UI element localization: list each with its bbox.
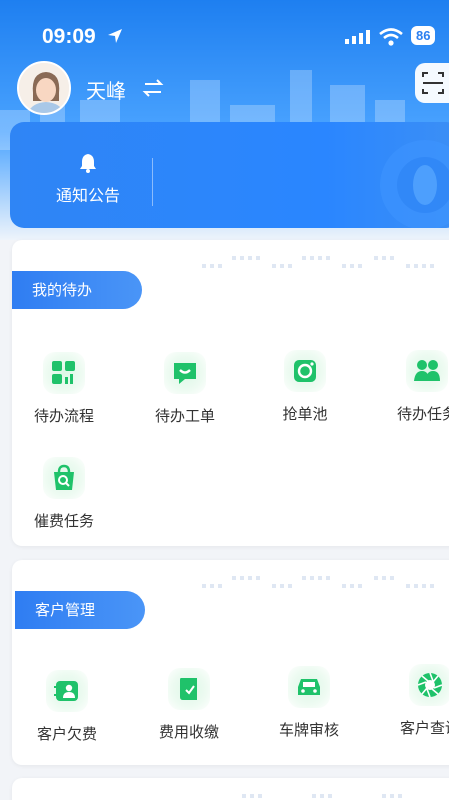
status-bar: 09:09 86 [0, 22, 449, 52]
aperture-search-icon [417, 672, 443, 698]
item-label: 待办流程 [33, 407, 94, 425]
icon-container [406, 350, 448, 392]
people-task-icon [414, 360, 440, 381]
workflow-grid-icon [52, 361, 75, 384]
camera-grab-icon [294, 360, 316, 382]
user-name[interactable]: 天峰 [86, 75, 126, 104]
item-label: 待办任务 [396, 405, 449, 423]
grid-item-customer-arrears[interactable]: 客户欠费 [12, 670, 122, 744]
dot-pattern-decoration [202, 576, 434, 588]
scan-icon [422, 72, 444, 94]
divider [152, 158, 153, 206]
wifi-icon [379, 28, 403, 46]
icon-container [409, 664, 449, 706]
icon-container [43, 457, 85, 499]
grid-item-grab-pool[interactable]: 抢单池 [250, 350, 360, 424]
grid-item-fee-collection[interactable]: 费用收缴 [134, 668, 244, 742]
item-label: 客户查询 [399, 719, 449, 737]
scan-button[interactable] [415, 63, 449, 103]
section-next [12, 778, 449, 800]
location-arrow-icon [108, 29, 122, 43]
battery-indicator: 86 [411, 26, 436, 45]
user-avatar-icon [19, 63, 69, 113]
icon-container [288, 666, 330, 708]
grid-item-todo-task[interactable]: 待办任务 [372, 350, 449, 424]
grid-item-todo-ticket[interactable]: 待办工单 [130, 352, 240, 426]
dot-pattern-decoration [242, 794, 402, 798]
car-icon [298, 679, 320, 695]
user-row: 天峰 [17, 61, 449, 116]
header: 09:09 86 天峰 通知公告 [0, 0, 449, 240]
bell-icon [80, 154, 96, 173]
item-label: 抢单池 [282, 405, 328, 423]
icon-container [164, 352, 206, 394]
item-label: 催费任务 [33, 512, 94, 530]
grid-item-plate-review[interactable]: 车牌审核 [254, 666, 364, 740]
notice-label: 通知公告 [55, 186, 120, 205]
notice-card: 通知公告 [10, 122, 449, 228]
icon-container [43, 352, 85, 394]
item-label: 待办工单 [154, 407, 215, 425]
item-label: 客户欠费 [36, 725, 97, 743]
section-my-todo: 我的待办 待办流程 待办工单 抢单池 待办任 催费任务 [12, 240, 449, 546]
decorative-circle [380, 140, 449, 228]
dot-pattern-decoration [202, 256, 434, 268]
item-label: 车牌审核 [278, 721, 339, 739]
grid-item-collect-fee-task[interactable]: 催费任务 [12, 457, 119, 531]
grid-item-customer-query[interactable]: 客户查询 [375, 664, 449, 738]
message-ticket-icon [174, 363, 196, 384]
item-label: 费用收缴 [158, 723, 219, 741]
icon-container [168, 668, 210, 710]
section-customer-management: 客户管理 客户欠费 费用收缴 车牌审核 客户查 [12, 560, 449, 765]
avatar[interactable] [17, 61, 71, 115]
section-title: 我的待办 [12, 271, 142, 309]
icon-container [46, 670, 88, 712]
customer-card-icon [54, 681, 78, 701]
notice-button[interactable]: 通知公告 [40, 152, 136, 206]
icon-container [284, 350, 326, 392]
grid-item-todo-process[interactable]: 待办流程 [12, 352, 119, 426]
section-title: 客户管理 [15, 591, 145, 629]
switch-account-icon[interactable] [142, 77, 164, 99]
signal-icon [345, 30, 370, 44]
status-time: 09:09 [42, 25, 96, 48]
book-fee-icon [180, 678, 197, 700]
bag-search-icon [54, 464, 74, 490]
